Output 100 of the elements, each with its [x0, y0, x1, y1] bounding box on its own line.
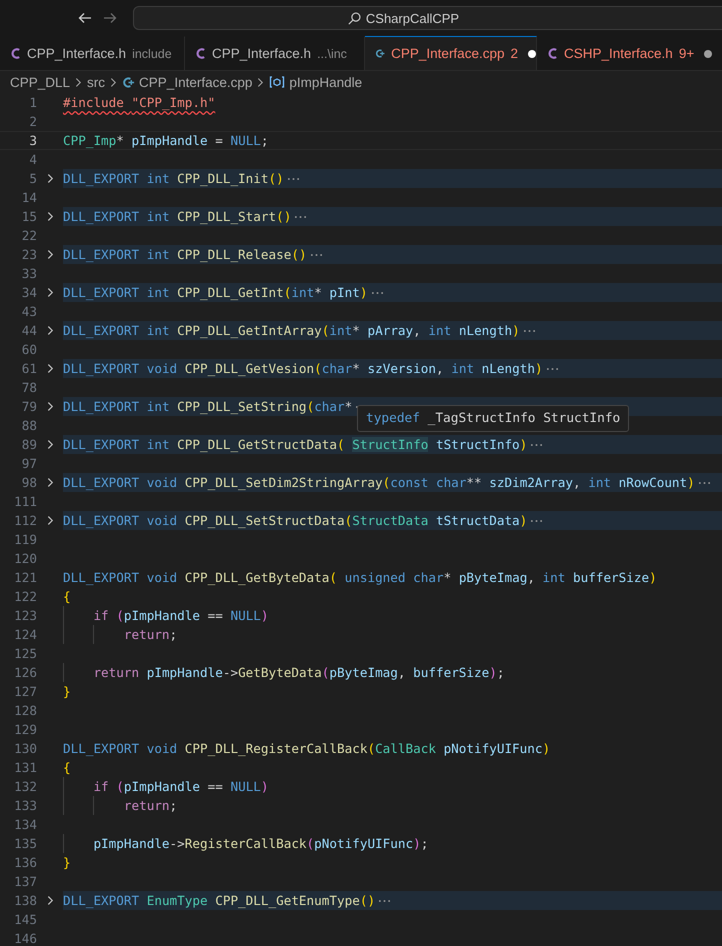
breadcrumb-item[interactable]: pImpHandle: [269, 74, 362, 90]
line-number: 112: [13, 513, 37, 528]
code-line: DLL_EXPORT int CPP_DLL_Start(): [63, 209, 292, 224]
command-center-search[interactable]: CSharpCallCPP: [133, 6, 722, 30]
code-line: #include "CPP_Imp.h": [63, 95, 216, 110]
ellipsis-icon[interactable]: [378, 898, 392, 904]
tab-label: CSHP_Interface.h: [564, 46, 673, 61]
ellipsis-icon[interactable]: [294, 214, 308, 220]
tab-label: CPP_Interface.h: [27, 46, 126, 61]
ellipsis-icon[interactable]: [530, 518, 544, 524]
line-number: 131: [13, 760, 37, 775]
problem-count: 2: [510, 46, 518, 61]
code-line: return;: [122, 798, 178, 813]
code-line: return pImpHandle->GetByteData(pByteImag, bufferSize);: [92, 665, 504, 680]
code-line: DLL_EXPORT int CPP_DLL_Release(): [63, 247, 307, 262]
line-number: 33: [20, 266, 37, 281]
line-number: 34: [20, 285, 37, 300]
fold-chevron-icon[interactable]: [46, 287, 54, 298]
ellipsis-icon[interactable]: [370, 290, 384, 296]
editor-tab[interactable]: CPP_Interface.cpp 2: [365, 36, 537, 70]
code-line: {: [63, 589, 71, 604]
cpp-file-icon: [375, 47, 386, 60]
line-number: 130: [13, 741, 37, 756]
line-number: 3: [28, 133, 37, 148]
line-number: 146: [13, 931, 37, 946]
fold-chevron-icon[interactable]: [46, 477, 54, 488]
code-line: DLL_EXPORT void CPP_DLL_GetVesion(char* szVersion, int nLength): [63, 361, 543, 376]
problem-count: 9+: [678, 46, 694, 61]
line-number: 5: [28, 171, 37, 186]
line-number: 145: [13, 912, 37, 927]
fold-chevron-icon[interactable]: [46, 173, 54, 184]
code-line: DLL_EXPORT void CPP_DLL_GetByteData( unsigned char* pByteImag, int bufferSize): [63, 570, 657, 585]
fold-chevron-icon[interactable]: [46, 515, 54, 526]
hover-tooltip: typedef _TagStructInfo StructInfo: [357, 405, 630, 432]
breadcrumb-item[interactable]: src: [87, 74, 106, 90]
code-line: pImpHandle->RegisterCallBack(pNotifyUIFunc);: [92, 836, 428, 851]
code-line: DLL_EXPORT int CPP_DLL_GetStructData( StructInfo tStructInfo): [63, 437, 528, 452]
ellipsis-icon[interactable]: [522, 328, 536, 334]
line-number: 14: [20, 190, 37, 205]
line-number: 132: [13, 779, 37, 794]
unsaved-dot-icon[interactable]: [704, 50, 712, 58]
fold-chevron-icon[interactable]: [46, 249, 54, 260]
code-line: DLL_EXPORT void CPP_DLL_SetStructData(StructData tStructData): [63, 513, 528, 528]
cpp-file-icon: [122, 76, 136, 88]
line-number: 128: [13, 703, 37, 718]
fold-chevron-icon[interactable]: [46, 363, 54, 374]
line-number: 126: [13, 665, 37, 680]
fold-chevron-icon[interactable]: [46, 211, 54, 222]
c-file-icon: [10, 47, 21, 60]
breadcrumb-item[interactable]: CPP_Interface.cpp: [122, 74, 252, 90]
line-number: 61: [20, 361, 37, 376]
tab-path: include: [132, 46, 172, 60]
fold-chevron-icon[interactable]: [46, 895, 54, 906]
code-line: }: [63, 684, 71, 699]
line-number: 122: [13, 589, 37, 604]
line-number: 43: [20, 304, 37, 319]
c-file-icon: [195, 47, 206, 60]
code-line: if (pImpHandle == NULL): [92, 779, 269, 794]
tab-label: CPP_Interface.cpp: [391, 46, 504, 61]
variable-icon: [269, 75, 286, 89]
ellipsis-icon[interactable]: [530, 442, 544, 448]
fold-chevron-icon[interactable]: [46, 401, 54, 412]
line-number: 138: [13, 893, 37, 908]
code-line: return;: [122, 627, 178, 642]
breadcrumb-item[interactable]: CPP_DLL: [10, 74, 70, 90]
tab-path: ...\inc: [317, 46, 347, 60]
line-number: 121: [13, 570, 37, 585]
fold-chevron-icon[interactable]: [46, 325, 54, 336]
ellipsis-icon[interactable]: [546, 366, 559, 372]
unsaved-dot-icon[interactable]: [528, 50, 536, 58]
line-number: 4: [28, 152, 37, 167]
ellipsis-icon[interactable]: [698, 480, 711, 486]
code-line: }: [63, 855, 71, 870]
fold-chevron-icon[interactable]: [46, 439, 54, 450]
line-number: 88: [20, 418, 37, 433]
line-number: 60: [20, 342, 37, 357]
line-number: 98: [20, 475, 37, 490]
line-number: 79: [20, 399, 37, 414]
line-number: 15: [20, 209, 37, 224]
line-number: 134: [13, 817, 37, 832]
line-number: 129: [13, 722, 37, 737]
line-number: 124: [13, 627, 37, 642]
line-number: 2: [28, 114, 37, 129]
search-text: CSharpCallCPP: [366, 10, 460, 26]
chevron-right-icon: [110, 76, 118, 88]
line-number: 120: [13, 551, 37, 566]
line-number: 127: [13, 684, 37, 699]
line-number: 133: [13, 798, 37, 813]
line-number: 137: [13, 874, 37, 889]
search-icon: [346, 10, 362, 26]
ellipsis-icon[interactable]: [310, 252, 323, 258]
code-line: DLL_EXPORT int CPP_DLL_GetIntArray(int* pArray, int nLength): [63, 323, 520, 338]
line-number: 23: [20, 247, 37, 262]
ellipsis-icon[interactable]: [286, 176, 300, 182]
line-number: 136: [13, 855, 37, 870]
code-line: DLL_EXPORT void CPP_DLL_SetDim2StringArray(const char** szDim2Array, int nRowCount): [63, 475, 695, 490]
line-number: 111: [13, 494, 37, 509]
line-number: 135: [13, 836, 37, 851]
line-number: 123: [13, 608, 37, 623]
code-line: DLL_EXPORT int CPP_DLL_SetString(char*: [63, 399, 352, 414]
